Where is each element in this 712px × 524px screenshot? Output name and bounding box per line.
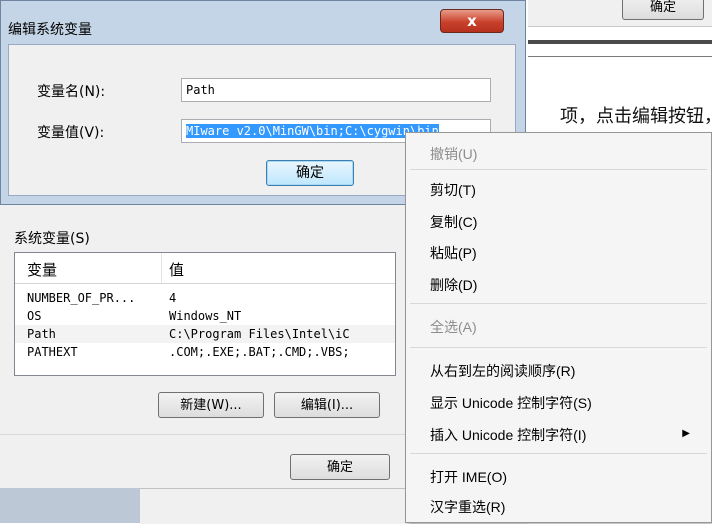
menu-separator xyxy=(410,303,707,304)
table-row[interactable]: OS Windows_NT xyxy=(15,307,395,325)
variable-name-value: Path xyxy=(186,83,215,97)
system-variables-list[interactable]: 变量 值 NUMBER_OF_PR... 4 OS Windows_NT Pat… xyxy=(14,252,396,376)
menu-item-undo[interactable]: 撤销(U) xyxy=(430,144,477,164)
menu-item-select-all[interactable]: 全选(A) xyxy=(430,317,477,337)
menu-separator xyxy=(410,169,707,170)
background-ok-button[interactable]: 确定 xyxy=(622,0,704,20)
taskbar-fragment xyxy=(0,488,140,523)
table-row[interactable]: PATHEXT .COM;.EXE;.BAT;.CMD;.VBS; xyxy=(15,343,395,361)
column-divider[interactable] xyxy=(161,253,162,283)
table-row[interactable]: NUMBER_OF_PR... 4 xyxy=(15,289,395,307)
menu-item-rtl-reading-order[interactable]: 从右到左的阅读顺序(R) xyxy=(430,361,575,381)
variable-value-cell: Windows_NT xyxy=(169,309,242,323)
variable-name-cell: NUMBER_OF_PR... xyxy=(27,291,136,305)
new-variable-button[interactable]: 新建(W)... xyxy=(158,392,264,418)
system-variables-label: 系统变量(S) xyxy=(14,231,90,247)
menu-item-cut[interactable]: 剪切(T) xyxy=(430,180,476,200)
menu-item-insert-unicode-control[interactable]: 插入 Unicode 控制字符(I) ▶ xyxy=(430,425,700,445)
menu-item-show-unicode-control[interactable]: 显示 Unicode 控制字符(S) xyxy=(430,393,592,413)
menu-item-paste[interactable]: 粘贴(P) xyxy=(430,243,477,263)
variable-name-cell: Path xyxy=(27,327,56,341)
ok-button[interactable]: 确定 xyxy=(266,160,354,186)
variable-name-label: 变量名(N): xyxy=(37,84,106,100)
dialog-title: 编辑系统变量 xyxy=(8,22,92,38)
background-rule xyxy=(528,40,712,44)
variable-name-cell: PATHEXT xyxy=(27,345,78,359)
variable-value-cell: .COM;.EXE;.BAT;.CMD;.VBS; xyxy=(169,345,350,359)
menu-separator xyxy=(410,453,707,454)
variable-name-input[interactable]: Path xyxy=(181,78,491,102)
table-row[interactable]: Path C:\Program Files\Intel\iC xyxy=(15,325,395,343)
variable-name-cell: OS xyxy=(27,309,42,323)
selected-text: MIware v2.0\MinGW\bin;C:\cygwin\bin xyxy=(186,124,439,138)
menu-item-delete[interactable]: 删除(D) xyxy=(430,275,477,295)
menu-item-copy[interactable]: 复制(C) xyxy=(430,212,477,232)
menu-item-label: 插入 Unicode 控制字符(I) xyxy=(430,427,587,443)
menu-item-reconversion[interactable]: 汉字重选(R) xyxy=(430,497,505,517)
variable-value-cell: C:\Program Files\Intel\iC xyxy=(169,327,350,341)
variable-value-label: 变量值(V): xyxy=(37,125,105,141)
edit-variable-button[interactable]: 编辑(I)... xyxy=(274,392,380,418)
background-doc-text: 项，点击编辑按钮， xyxy=(560,106,712,127)
close-button[interactable]: x xyxy=(440,9,504,33)
env-ok-button[interactable]: 确定 xyxy=(290,454,390,480)
close-icon: x xyxy=(467,12,477,30)
background-rule-thin xyxy=(528,56,712,57)
context-menu: 撤销(U) 剪切(T) 复制(C) 粘贴(P) 删除(D) 全选(A) 从右到左… xyxy=(405,132,712,523)
menu-separator xyxy=(410,347,707,348)
column-header-variable[interactable]: 变量 xyxy=(27,259,57,280)
column-header-value[interactable]: 值 xyxy=(169,259,184,280)
submenu-arrow-icon: ▶ xyxy=(682,428,690,439)
menu-item-open-ime[interactable]: 打开 IME(O) xyxy=(430,467,507,487)
variable-value-cell: 4 xyxy=(169,291,177,305)
list-header: 变量 值 xyxy=(15,253,395,284)
